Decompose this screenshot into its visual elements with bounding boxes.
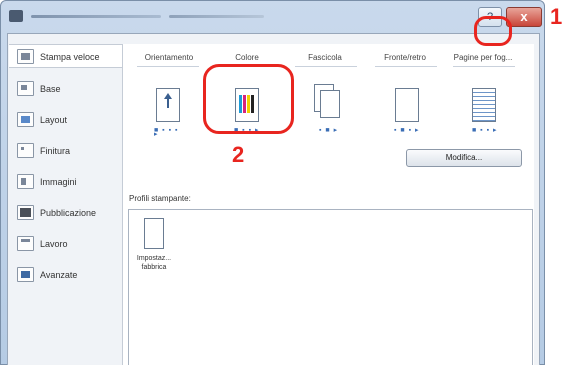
window-title-blurred-2 [169,15,264,18]
sidebar-item-finitura[interactable]: Finitura [9,141,121,161]
publishing-icon [17,205,34,220]
sidebar-item-label: Pubblicazione [40,208,97,218]
collate-option-dots[interactable]: ▪ ■ ▸ [319,127,349,134]
sidebar-item-avanzate[interactable]: Avanzate [9,265,121,285]
column-label-fronte-retro: Fronte/retro [384,53,426,62]
portrait-orientation-icon[interactable] [156,88,180,122]
window-title-blurred [31,15,161,18]
basic-icon [17,81,34,96]
column-divider [137,66,199,67]
column-label-colore: Colore [235,53,259,62]
column-label-fascicola: Fascicola [308,53,342,62]
printer-profiles-list[interactable]: Impostaz... fabbrica [128,209,533,365]
orientation-option-dots[interactable]: ■ ▪ ▪ ▪ ▸ [154,127,184,138]
sidebar: Stampa veloce Base Layout Finitura Immag… [9,44,123,296]
sidebar-item-lavoro[interactable]: Lavoro [9,234,121,254]
sidebar-item-label: Immagini [40,177,77,187]
column-label-pagine-per-foglio: Pagine per fog... [453,53,513,62]
column-divider [295,66,357,67]
job-icon [17,236,34,251]
duplex-option-dots[interactable]: ▪ ■ ▪ ▸ [394,127,424,134]
sidebar-item-label: Layout [40,115,68,125]
imaging-icon [17,174,34,189]
collate-icon-sheet [320,90,340,118]
column-divider [375,66,437,67]
profile-item-factory-default[interactable]: Impostaz... fabbrica [131,254,177,272]
profile-document-icon[interactable] [144,218,164,249]
finishing-icon [17,143,34,158]
printer-profiles-label: Profili stampante: [129,194,191,203]
sidebar-item-stampa-veloce[interactable]: Stampa veloce [9,44,123,68]
sidebar-item-label: Avanzate [40,270,78,280]
layout-icon [17,112,34,127]
callout-number-2: 2 [232,142,245,167]
profile-name-line-1: Impostaz... [136,255,172,262]
duplex-icon[interactable] [395,88,419,122]
pages-per-sheet-icon[interactable] [472,88,496,122]
title-bar: ? x [1,1,544,33]
sidebar-item-base[interactable]: Base [9,79,121,99]
profile-name-line-2: fabbrica [141,264,167,271]
sidebar-item-label: Base [40,84,61,94]
callout-circle-help [474,16,512,46]
column-divider [453,66,515,67]
printer-preferences-window: ? x Stampa veloce Base Layout Finitura I… [0,0,545,365]
quick-print-panel: Orientamento ■ ▪ ▪ ▪ ▸ Colore ■ ▪ ▪ ▸ Fa… [122,44,534,365]
sidebar-item-immagini[interactable]: Immagini [9,172,121,192]
advanced-icon [17,267,34,282]
sidebar-item-layout[interactable]: Layout [9,110,121,130]
quick-print-icon [17,49,34,64]
printer-app-icon [9,10,23,22]
sidebar-item-pubblicazione[interactable]: Pubblicazione [9,203,121,223]
column-label-orientamento: Orientamento [144,53,194,62]
callout-circle-color [203,64,294,134]
sidebar-item-label: Lavoro [40,239,68,249]
pages-per-sheet-option-dots[interactable]: ■ ▪ ▪ ▸ [472,127,502,134]
callout-number-1: 1 [550,4,563,29]
sidebar-item-label: Stampa veloce [40,52,100,62]
sidebar-item-label: Finitura [40,146,71,156]
modify-button[interactable]: Modifica... [406,149,522,167]
